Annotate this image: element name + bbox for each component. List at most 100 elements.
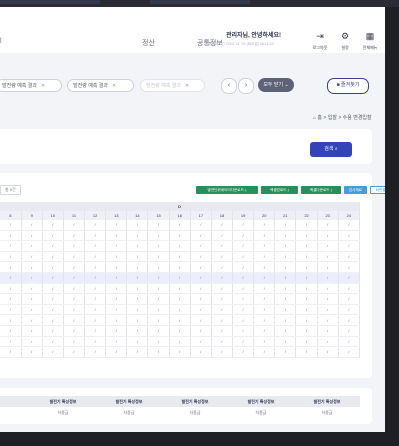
grid-cell: / (232, 283, 255, 295)
grid-cell: / (253, 293, 276, 305)
table-row[interactable]: / / / / / / / / / / / / / / / / / (0, 336, 361, 348)
home-icon[interactable]: ⌂ (313, 115, 316, 121)
audit-button[interactable]: 감사재료 (344, 186, 367, 194)
close-icon[interactable]: ✕ (185, 83, 189, 89)
grid-cell: / (253, 272, 276, 284)
d-header: D (0, 202, 360, 211)
grid-cell: / (42, 220, 64, 231)
hour-header: 11 (63, 211, 86, 220)
grid-cell: / (42, 346, 64, 358)
grid-cell: / (232, 230, 255, 242)
table-row[interactable]: / / / / / / / / / / / / / / / / / (0, 314, 361, 326)
settings-label[interactable]: 설정 (333, 45, 357, 51)
print-button[interactable]: 화면출력 ⧉ (370, 186, 385, 194)
bookmark-button[interactable]: ■ 즐겨찾기 (327, 78, 369, 94)
nav-item-partial[interactable]: l (0, 38, 2, 45)
table-row[interactable]: / / / / / / / / / / / / / / / / / (0, 346, 361, 358)
generator-value-cell: 차종급 (321, 409, 333, 415)
grid-icon[interactable]: ▦ (363, 31, 377, 42)
grid-cell: / (0, 272, 22, 284)
table-row[interactable]: / / / / / / / / / / / / / / / / / (0, 325, 361, 337)
grid-cell: / (0, 251, 22, 263)
gear-icon[interactable]: ⚙ (338, 31, 352, 42)
table-row[interactable]: / / / / / / / / / / / / / / / / / (0, 293, 361, 305)
grid-cell: / (0, 314, 22, 326)
grid-cell: / (126, 304, 149, 316)
grid-cell: / (84, 325, 107, 337)
table-row[interactable]: / / / / / / / / / / / / / / / / / (0, 230, 361, 242)
grid-cell: / (126, 314, 149, 326)
grid-cell: / (295, 261, 318, 273)
grid-cell: / (84, 314, 107, 326)
grid-cell: / (190, 220, 212, 231)
grid-cell: / (211, 293, 234, 305)
grid-cell: / (105, 283, 128, 295)
grid-cell: / (190, 251, 212, 263)
grid-cell: / (253, 230, 276, 242)
grid-cell: / (42, 240, 64, 252)
grid-cell: / (63, 220, 86, 231)
grid-cell: / (147, 293, 170, 305)
generator-value-cell: 차종급 (57, 409, 69, 415)
grid-cell: / (232, 336, 255, 348)
logout-icon[interactable]: ⇥ (313, 31, 327, 42)
top-strip-segment (150, 0, 250, 4)
grid-cell: / (84, 283, 107, 295)
grid-cell: / (190, 240, 212, 252)
breadcrumb-home[interactable]: 홈 (317, 115, 322, 121)
grid-cell: / (0, 230, 22, 242)
tab-item[interactable]: 발전량 예측 결과 ✕ (67, 79, 134, 92)
grid-cell: / (295, 304, 318, 316)
nav-item-settle[interactable]: 정산 (142, 38, 155, 48)
search-button[interactable]: 검색 ⌕ (310, 142, 352, 157)
breadcrumb-section[interactable]: 입찰 (328, 115, 337, 121)
tab-item[interactable]: 발전량 예측 결과 ✕ (0, 79, 62, 92)
table-row[interactable]: / / / / / / / / / / / / / / / / / (0, 261, 361, 273)
grid-cell: / (295, 325, 318, 337)
table-row[interactable]: / / / / / / / / / / / / / / / / / (0, 220, 361, 231)
grid-cell: / (232, 220, 255, 231)
grid-cell: / (126, 230, 149, 242)
grid-cell: / (295, 230, 318, 242)
grid-cell: / (126, 220, 149, 231)
grid-cell: / (105, 230, 128, 242)
unit-data-download-button[interactable]: 발전단위데이터다운로드 ⤓ (196, 186, 258, 194)
chevron-right-icon[interactable]: › (238, 78, 254, 94)
grid-cell: / (42, 304, 64, 316)
hour-header: 9 (21, 211, 43, 220)
grid-cell: / (295, 240, 318, 252)
excel-download-button[interactable]: 엑셀다운로드 ⤓ (301, 186, 341, 194)
grid-cell: / (253, 251, 276, 263)
grid-cell: / (126, 251, 149, 263)
grid-cell: / (190, 346, 212, 358)
table-row[interactable]: / / / / / / / / / / / / / / / / / (0, 304, 361, 316)
excel-upload-button[interactable]: 엑셀업로드 ⤓ (261, 186, 298, 194)
tab-item[interactable]: 발전량 예측 결과 ✕ (140, 79, 205, 92)
grid-cell: / (0, 220, 22, 231)
grid-cell: / (21, 304, 43, 316)
grid-cell: / (274, 261, 297, 273)
table-row[interactable]: / / / / / / / / / / / / / / / / / (0, 283, 361, 295)
grid-cell: / (63, 346, 86, 358)
breadcrumb: ⌂ 홈 > 입찰 > 수용 변경입찰 (313, 115, 372, 121)
top-strip-segment (0, 0, 100, 4)
grid-cell: / (147, 230, 170, 242)
close-icon[interactable]: ✕ (41, 83, 45, 89)
grid-cell: / (274, 230, 297, 242)
grid-cell: / (63, 325, 86, 337)
generator-value-row: 차종급 차종급 차종급 차종급 차종급 (0, 407, 360, 418)
chevron-left-icon[interactable]: ‹ (221, 78, 237, 94)
table-row[interactable]: / / / / / / / / / / / / / / / / / (0, 240, 361, 252)
generator-value-cell: 차종급 (123, 409, 135, 415)
close-icon[interactable]: ✕ (112, 83, 116, 89)
table-row[interactable]: / / / / / / / / / / / / / / / / / (0, 251, 361, 263)
grid-cell: / (274, 314, 297, 326)
logout-label[interactable]: 로그아웃 (308, 45, 332, 51)
grid-cell: / (253, 283, 276, 295)
close-all-button[interactable]: 모두 닫기 ⌄ (258, 78, 294, 92)
grid-cell: / (63, 240, 86, 252)
table-row[interactable]: / / / / / / / / / / / / / / / / / (0, 272, 361, 284)
grid-cell: / (232, 325, 255, 337)
grid-cell: / (295, 283, 318, 295)
all-menu-label[interactable]: 전체메뉴 (358, 45, 382, 51)
